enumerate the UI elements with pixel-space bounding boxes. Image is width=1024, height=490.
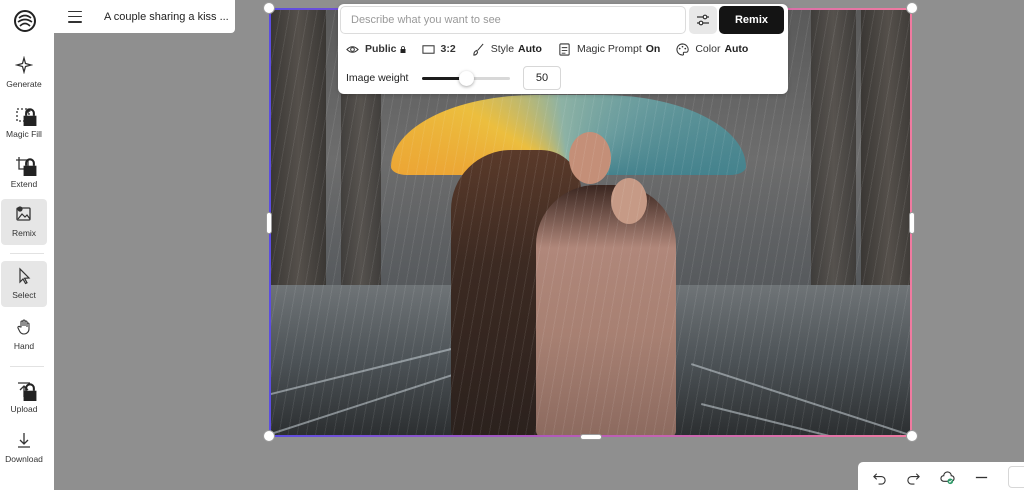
image-weight-label: Image weight [346, 72, 409, 84]
left-toolbar: Generate Magic Fill Extend Remix Select … [0, 0, 54, 490]
lock-icon [23, 383, 37, 401]
tool-label: Remix [11, 228, 37, 238]
eye-icon [346, 45, 359, 53]
tool-upload[interactable]: Upload [1, 375, 47, 421]
options-row: Public 3:2 Style Auto Magic Prompt On Co… [346, 40, 764, 58]
tool-generate[interactable]: Generate [1, 50, 47, 96]
prompt-panel: Describe what you want to see Remix Publ… [338, 4, 788, 94]
resize-handle-top-right[interactable] [906, 2, 918, 14]
magic-prompt-label: Magic Prompt [576, 43, 642, 55]
cursor-arrow-icon [15, 267, 33, 285]
tool-label: Extend [10, 179, 38, 189]
tool-magic-fill[interactable]: Magic Fill [1, 100, 47, 146]
sparkle-icon [14, 55, 34, 75]
document-icon [559, 42, 570, 56]
visibility-value: Public [365, 43, 397, 55]
download-icon [15, 431, 33, 449]
sidebar-divider [10, 366, 44, 367]
aspect-ratio-option[interactable]: 3:2 [421, 43, 456, 56]
settings-button[interactable] [689, 6, 717, 34]
undo-icon[interactable] [872, 469, 887, 485]
tool-hand[interactable]: Hand [1, 312, 47, 358]
tool-label: Hand [13, 341, 35, 351]
magic-prompt-option[interactable]: Magic Prompt On [558, 42, 661, 56]
image-weight-input[interactable]: 50 [523, 66, 561, 90]
aspect-ratio-icon [421, 44, 435, 54]
resize-handle-bottom-left[interactable] [263, 430, 275, 442]
app-logo-icon[interactable] [12, 8, 38, 34]
color-label: Color [695, 43, 721, 55]
tool-remix[interactable]: Remix [1, 199, 47, 245]
resize-handle-bottom-right[interactable] [906, 430, 918, 442]
upload-icon [15, 381, 37, 401]
tool-select[interactable]: Select [1, 261, 47, 307]
resize-handle-bottom[interactable] [580, 434, 602, 440]
resize-handle-right[interactable] [909, 212, 915, 234]
resize-handle-left[interactable] [266, 212, 272, 234]
lock-icon [400, 45, 406, 53]
hand-icon [15, 318, 33, 336]
top-header: A couple sharing a kiss ... [54, 0, 235, 33]
zoom-out-icon[interactable] [974, 469, 989, 485]
tool-label: Magic Fill [6, 129, 42, 139]
tool-download[interactable]: Download [1, 425, 47, 471]
cloud-saved-icon[interactable] [940, 469, 955, 485]
style-value: Auto [518, 43, 542, 55]
lock-icon [23, 108, 37, 126]
magic-prompt-value: On [645, 43, 661, 55]
crop-extend-icon [15, 156, 37, 176]
remix-button[interactable]: Remix [719, 6, 784, 34]
document-title[interactable]: A couple sharing a kiss ... [104, 11, 229, 23]
brush-icon [473, 43, 484, 56]
color-option[interactable]: Color Auto [676, 42, 749, 56]
tool-label: Generate [6, 79, 42, 89]
resize-handle-top-left[interactable] [263, 2, 275, 14]
color-value: Auto [724, 43, 749, 55]
sliders-icon [697, 14, 709, 26]
zoom-level-box[interactable] [1008, 466, 1024, 488]
prompt-input[interactable]: Describe what you want to see [340, 6, 686, 34]
style-option[interactable]: Style Auto [472, 43, 542, 56]
sidebar-divider [10, 253, 44, 254]
menu-icon[interactable] [68, 10, 82, 23]
lock-icon [23, 158, 37, 176]
tool-label: Upload [10, 404, 38, 414]
tool-label: Download [5, 454, 43, 464]
slider-thumb[interactable] [458, 71, 474, 86]
style-label: Style [490, 43, 515, 55]
visibility-option[interactable]: Public [346, 43, 406, 56]
tool-extend[interactable]: Extend [1, 150, 47, 196]
palette-icon [676, 42, 689, 56]
bottom-toolbar [858, 462, 1024, 490]
tool-label: Select [12, 290, 36, 300]
magic-fill-icon [15, 106, 37, 126]
remix-image-icon [15, 205, 33, 223]
image-weight-slider[interactable] [422, 71, 510, 86]
redo-icon[interactable] [906, 469, 921, 485]
aspect-ratio-value: 3:2 [440, 43, 456, 55]
